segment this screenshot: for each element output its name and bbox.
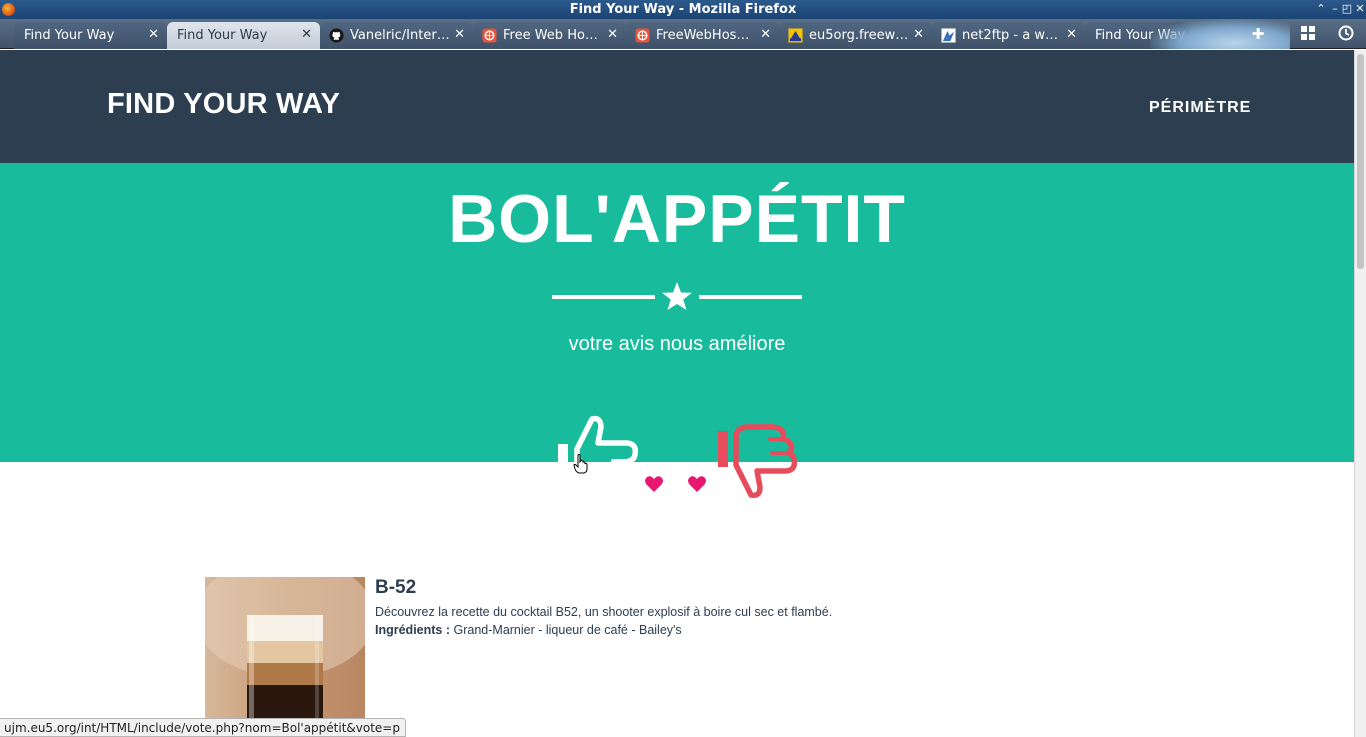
vote-count: 0 [669, 477, 680, 497]
net2ftp-icon [941, 28, 956, 43]
close-tab-icon[interactable]: ✕ [760, 27, 771, 42]
heart-icon [645, 476, 663, 492]
tab-eu5org[interactable]: eu5org.freew… ✕ [779, 22, 932, 49]
close-tab-icon[interactable]: ✕ [607, 27, 618, 42]
tab-free-web-hosting-1[interactable]: Free Web Ho… ✕ [473, 22, 626, 49]
new-tab-icon[interactable]: ✚ [1249, 25, 1267, 43]
item-description: Découvrez la recette du cocktail B52, un… [375, 605, 833, 619]
eu5-icon [788, 28, 803, 43]
tab-label: Vanelric/Inter… [350, 28, 450, 43]
item-ingredients: Ingrédients : Grand-Marnier - liqueur de… [375, 623, 682, 637]
tab-label: eu5org.freew… [809, 28, 909, 43]
tab-label: FreeWebHos… [656, 28, 750, 43]
vote-counter: 0 [644, 475, 708, 497]
item-name[interactable]: B-52 [375, 577, 416, 599]
web-page: FIND YOUR WAY PÉRIMÈTRE BOL'APPÉTIT votr… [0, 50, 1354, 737]
hand-cursor-icon [573, 454, 588, 474]
maximize-window-button[interactable]: ◰ [1340, 2, 1354, 16]
restaurant-title: BOL'APPÉTIT [448, 181, 906, 257]
tab-label: net2ftp - a w… [962, 28, 1058, 43]
thumbs-up-vote-button[interactable] [555, 413, 641, 493]
site-brand-link[interactable]: FIND YOUR WAY [107, 88, 340, 121]
menu-item: B-52 Découvrez la recette du cocktail B5… [205, 577, 1105, 737]
star-divider [552, 282, 802, 310]
close-tab-icon[interactable]: ✕ [1066, 27, 1077, 42]
history-icon[interactable] [1337, 25, 1355, 43]
tab-vanelric[interactable]: Vanelric/Inter… ✕ [320, 22, 473, 49]
freewebhost-icon [482, 28, 497, 43]
tab-free-web-hosting-2[interactable]: FreeWebHos… ✕ [626, 22, 779, 49]
hero-section: BOL'APPÉTIT votre avis nous améliore 0 [0, 163, 1354, 499]
tab-label: Free Web Ho… [503, 28, 598, 43]
window-title: Find Your Way - Mozilla Firefox [569, 2, 797, 17]
tab-label: Find Your Way [24, 28, 115, 43]
star-icon [662, 282, 692, 310]
close-window-button[interactable]: ✕ [1353, 2, 1366, 16]
github-icon [329, 28, 344, 43]
ingredients-label: Ingrédients : [375, 623, 451, 637]
tab-find-your-way-1[interactable]: Find Your Way ✕ [14, 22, 167, 49]
thumbs-down-vote-button[interactable] [714, 419, 800, 501]
site-navbar: FIND YOUR WAY PÉRIMÈTRE [0, 50, 1354, 163]
thumbs-up-icon [574, 415, 639, 490]
window-title-bar: Find Your Way - Mozilla Firefox ⌃ – ◰ ✕ [0, 0, 1366, 19]
close-tab-icon[interactable]: ✕ [148, 27, 159, 42]
close-tab-icon[interactable]: ✕ [301, 27, 312, 42]
close-tab-icon[interactable]: ✕ [913, 27, 924, 42]
theme-decoration [1150, 19, 1290, 49]
tab-groups-icon[interactable] [1299, 25, 1317, 43]
close-tab-icon[interactable]: ✕ [454, 27, 465, 42]
vertical-scrollbar[interactable] [1354, 50, 1366, 737]
nav-link-perimetre[interactable]: PÉRIMÈTRE [1149, 99, 1251, 117]
status-bar-url: ujm.eu5.org/int/HTML/include/vote.php?no… [0, 718, 406, 737]
tab-net2ftp[interactable]: net2ftp - a w… ✕ [932, 22, 1085, 49]
cocktail-photo [205, 577, 365, 737]
heart-icon [688, 476, 706, 492]
minimize-window-button[interactable]: ⌃ [1314, 2, 1328, 16]
feedback-subtitle: votre avis nous améliore [568, 333, 786, 355]
scrollbar-thumb[interactable] [1357, 54, 1364, 269]
thumbs-down-icon [733, 424, 798, 499]
tab-find-your-way-2[interactable]: Find Your Way ✕ [167, 22, 320, 49]
freewebhost-icon [635, 28, 650, 43]
ingredients-list: Grand-Marnier - liqueur de café - Bailey… [453, 623, 682, 637]
tab-bar: Find Your Way ✕ Find Your Way ✕ Vanelric… [0, 19, 1366, 49]
tab-label: Find Your Way [177, 28, 268, 43]
